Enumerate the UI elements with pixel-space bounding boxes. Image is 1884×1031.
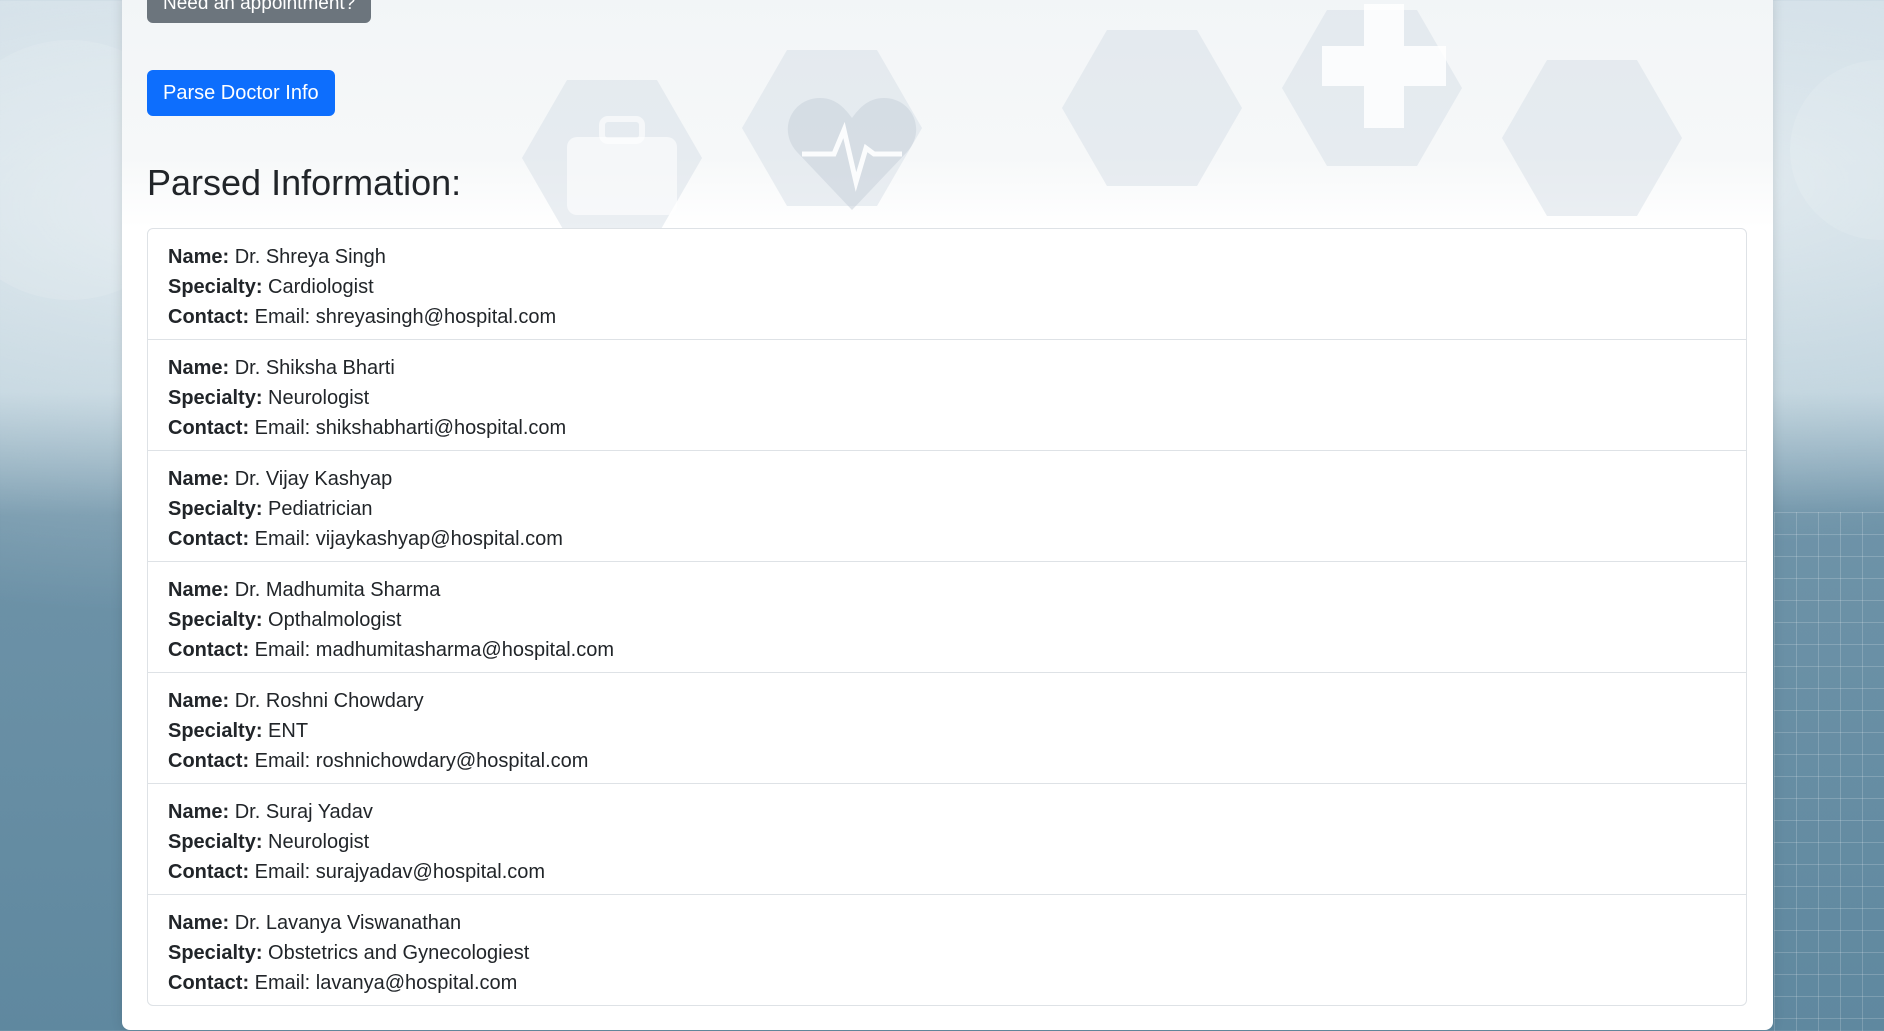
doctor-specialty-line: Specialty: Cardiologist (168, 272, 1726, 302)
doctor-contact: Email: shikshabharti@hospital.com (254, 417, 567, 439)
doctor-specialty: Neurologist (268, 831, 370, 853)
medical-cross-icon (1322, 4, 1446, 128)
doctor-name-line: Name: Dr. Shreya Singh (168, 242, 1726, 272)
doctor-contact: Email: surajyadav@hospital.com (254, 861, 546, 883)
list-item: Name: Dr. Suraj Yadav Specialty: Neurolog… (148, 784, 1746, 895)
doctor-contact-line: Contact: Email: shikshabharti@hospital.c… (168, 413, 1726, 443)
doctor-contact: Email: lavanya@hospital.com (254, 972, 518, 994)
field-label: Name: (168, 246, 230, 268)
hero-background: Need an appointment? Parse Doctor Info P… (122, 0, 1773, 228)
doctor-contact-line: Contact: Email: surajyadav@hospital.com (168, 857, 1726, 887)
doctor-contact: Email: madhumitasharma@hospital.com (254, 639, 614, 661)
doctor-list: Name: Dr. Shreya Singh Specialty: Cardiol… (147, 228, 1747, 1006)
doctor-name: Dr. Suraj Yadav (234, 801, 373, 823)
doctor-name: Dr. Roshni Chowdary (234, 690, 424, 712)
field-label: Name: (168, 912, 230, 934)
field-label: Name: (168, 579, 230, 601)
doctor-name: Dr. Shiksha Bharti (234, 357, 395, 379)
doctor-specialty: Opthalmologist (268, 609, 402, 631)
field-label: Specialty: (168, 276, 263, 298)
doctor-specialty: ENT (268, 720, 309, 742)
doctor-name-line: Name: Dr. Suraj Yadav (168, 797, 1726, 827)
doctor-specialty-line: Specialty: Opthalmologist (168, 605, 1726, 635)
doctor-name: Dr. Madhumita Sharma (234, 579, 441, 601)
parsed-information-heading: Parsed Information: (147, 162, 462, 203)
doctor-contact: Email: vijaykashyap@hospital.com (254, 528, 563, 550)
hex-decoration (1062, 30, 1242, 186)
doctor-contact-line: Contact: Email: roshnichowdary@hospital.… (168, 746, 1726, 776)
field-label: Specialty: (168, 609, 263, 631)
doctor-contact: Email: shreyasingh@hospital.com (254, 306, 557, 328)
doctor-specialty-line: Specialty: Obstetrics and Gynecologiest (168, 938, 1726, 968)
doctor-contact-line: Contact: Email: shreyasingh@hospital.com (168, 302, 1726, 332)
field-label: Specialty: (168, 942, 263, 964)
field-label: Specialty: (168, 387, 263, 409)
field-label: Contact: (168, 861, 250, 883)
field-label: Specialty: (168, 498, 263, 520)
field-label: Name: (168, 468, 230, 490)
doctor-specialty-line: Specialty: Neurologist (168, 383, 1726, 413)
field-label: Contact: (168, 417, 250, 439)
field-label: Specialty: (168, 831, 263, 853)
field-label: Specialty: (168, 720, 263, 742)
list-item: Name: Dr. Madhumita Sharma Specialty: Opt… (148, 562, 1746, 673)
doctor-specialty-line: Specialty: ENT (168, 716, 1726, 746)
list-item: Name: Dr. Vijay Kashyap Specialty: Pediat… (148, 451, 1746, 562)
doctor-specialty: Cardiologist (268, 276, 374, 298)
field-label: Contact: (168, 639, 250, 661)
doctor-name-line: Name: Dr. Roshni Chowdary (168, 686, 1726, 716)
doctor-specialty-line: Specialty: Neurologist (168, 827, 1726, 857)
hex-decoration (1502, 60, 1682, 216)
heart-pulse-icon (787, 98, 917, 210)
doctor-specialty: Obstetrics and Gynecologiest (268, 942, 530, 964)
field-label: Contact: (168, 972, 250, 994)
doctor-name-line: Name: Dr. Shiksha Bharti (168, 353, 1726, 383)
doctor-specialty: Pediatrician (268, 498, 373, 520)
background-grid (1774, 512, 1884, 1031)
doctor-name: Dr. Shreya Singh (234, 246, 386, 268)
list-item: Name: Dr. Roshni Chowdary Specialty: ENT C… (148, 673, 1746, 784)
main-card: Need an appointment? Parse Doctor Info P… (122, 0, 1773, 1030)
field-label: Contact: (168, 528, 250, 550)
list-item: Name: Dr. Shiksha Bharti Specialty: Neuro… (148, 340, 1746, 451)
field-label: Name: (168, 690, 230, 712)
background-decoration (1790, 60, 1884, 240)
list-item: Name: Dr. Lavanya Viswanathan Specialty: … (148, 895, 1746, 1005)
field-label: Contact: (168, 306, 250, 328)
doctor-name: Dr. Lavanya Viswanathan (234, 912, 462, 934)
doctor-contact-line: Contact: Email: madhumitasharma@hospital… (168, 635, 1726, 665)
appointment-button[interactable]: Need an appointment? (147, 0, 372, 23)
doctor-contact-line: Contact: Email: vijaykashyap@hospital.co… (168, 524, 1726, 554)
doctor-specialty: Neurologist (268, 387, 370, 409)
doctor-name: Dr. Vijay Kashyap (234, 468, 393, 490)
doctor-specialty-line: Specialty: Pediatrician (168, 494, 1726, 524)
doctor-contact-line: Contact: Email: lavanya@hospital.com (168, 968, 1726, 998)
doctor-contact: Email: roshnichowdary@hospital.com (254, 750, 589, 772)
list-item: Name: Dr. Shreya Singh Specialty: Cardiol… (148, 229, 1746, 340)
field-label: Name: (168, 357, 230, 379)
doctor-name-line: Name: Dr. Vijay Kashyap (168, 464, 1726, 494)
doctor-name-line: Name: Dr. Madhumita Sharma (168, 575, 1726, 605)
parse-doctor-info-button[interactable]: Parse Doctor Info (147, 70, 335, 116)
doctor-name-line: Name: Dr. Lavanya Viswanathan (168, 908, 1726, 938)
field-label: Contact: (168, 750, 250, 772)
first-aid-kit-icon (567, 116, 677, 215)
field-label: Name: (168, 801, 230, 823)
